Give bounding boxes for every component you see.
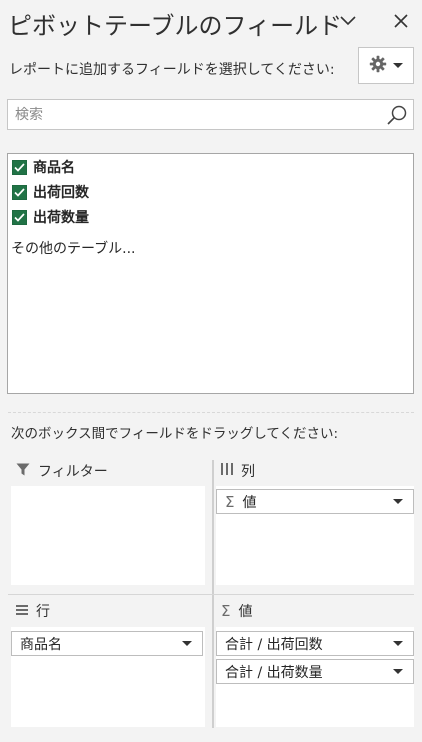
values-area-item[interactable]: 合計 / 出荷回数 (216, 631, 414, 656)
field-item-shipment-quantity[interactable]: 出荷数量 (12, 206, 89, 228)
close-pane-button[interactable] (388, 8, 414, 34)
pane-options-button[interactable] (335, 8, 361, 34)
sigma-icon: Σ (225, 492, 235, 511)
values-area-item[interactable]: 合計 / 出荷数量 (216, 659, 414, 684)
area-item-label: 商品名 (20, 636, 62, 653)
search-input[interactable] (15, 103, 385, 127)
close-icon (394, 14, 408, 28)
values-area-label: 値 (238, 604, 253, 620)
dropdown-caret-icon[interactable] (393, 499, 403, 504)
rows-area-header: 行 (16, 600, 50, 622)
field-label: 商品名 (33, 160, 75, 176)
rows-icon (16, 603, 28, 619)
columns-area-label: 列 (241, 464, 255, 480)
dropdown-caret-icon[interactable] (182, 641, 192, 646)
filters-drop-area[interactable] (11, 486, 205, 585)
area-item-label: 合計 / 出荷回数 (225, 636, 323, 653)
search-icon[interactable] (386, 104, 408, 130)
rows-area-item[interactable]: 商品名 (11, 631, 203, 656)
field-item-product-name[interactable]: 商品名 (12, 156, 75, 178)
field-item-shipment-count[interactable]: 出荷回数 (12, 181, 89, 203)
checkbox-checked-icon[interactable] (12, 159, 27, 175)
filter-icon (16, 463, 30, 480)
areas-horizontal-divider (8, 594, 414, 595)
values-drop-area[interactable]: 合計 / 出荷回数 合計 / 出荷数量 (216, 627, 414, 727)
dropdown-caret-icon (393, 63, 403, 68)
field-list: 商品名 出荷回数 出荷数量 その他のテーブル... (7, 153, 414, 394)
rows-drop-area[interactable]: 商品名 (11, 627, 205, 727)
layout-settings-button[interactable] (358, 47, 414, 84)
dropdown-caret-icon[interactable] (393, 669, 403, 674)
columns-area-item[interactable]: Σ 値 (216, 489, 414, 514)
checkbox-checked-icon[interactable] (12, 184, 27, 200)
dropdown-caret-icon[interactable] (393, 641, 403, 646)
checkbox-checked-icon[interactable] (12, 209, 27, 225)
chevron-down-icon (340, 16, 356, 26)
pane-subtitle: レポートに追加するフィールドを選択してください: (9, 62, 335, 78)
rows-area-label: 行 (36, 604, 50, 620)
filters-area-label: フィルター (38, 464, 108, 480)
sigma-icon: Σ (221, 602, 231, 620)
more-tables-link[interactable]: その他のテーブル... (11, 238, 136, 258)
field-label: 出荷回数 (33, 185, 89, 201)
field-label: 出荷数量 (33, 210, 89, 226)
section-divider (8, 412, 414, 413)
gear-icon (369, 55, 387, 77)
columns-drop-area[interactable]: Σ 値 (216, 486, 414, 585)
area-item-label: 合計 / 出荷数量 (225, 664, 323, 681)
columns-icon (221, 463, 233, 479)
filters-area-header: フィルター (16, 460, 108, 482)
columns-area-header: 列 (221, 460, 255, 482)
pane-title: ピボットテーブルのフィールド (8, 12, 343, 40)
values-area-header: Σ 値 (221, 600, 252, 622)
area-item-label: 値 (242, 494, 257, 511)
search-box (7, 99, 414, 130)
drag-instruction: 次のボックス間でフィールドをドラッグしてください: (11, 426, 339, 442)
